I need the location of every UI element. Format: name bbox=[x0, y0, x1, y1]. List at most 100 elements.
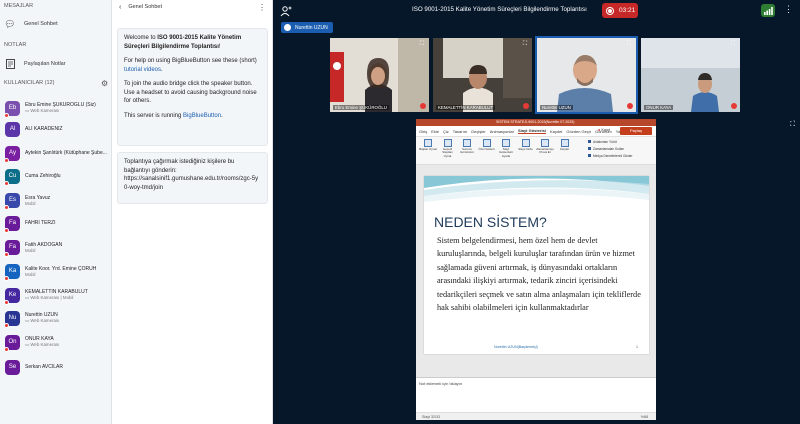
ppt-tab[interactable]: Tasarım bbox=[453, 129, 467, 134]
ppt-ribbon-button[interactable]: Kaydet bbox=[556, 139, 574, 151]
avatar: Nu bbox=[4, 310, 20, 328]
ppt-ribbon-button[interactable]: Sunucu Görünümü bbox=[458, 139, 476, 155]
presenter-badge: Nurettin UZUN bbox=[281, 22, 333, 33]
ribbon-icon bbox=[560, 139, 569, 147]
webcam-feed-1 bbox=[330, 38, 429, 112]
ppt-notes-pane[interactable]: Not eklemek için tıklayın bbox=[416, 377, 656, 412]
user-list-item[interactable]: Ay Aytekin Şanlıtürk (Kütüphane Şube... bbox=[4, 142, 111, 164]
users-header: KULLANICILAR (12) bbox=[4, 80, 55, 86]
ppt-tab[interactable]: Gözden Geçir bbox=[566, 129, 591, 134]
fullscreen-icon[interactable]: ⛶ bbox=[418, 41, 426, 48]
avatar: Al bbox=[5, 121, 20, 137]
muted-mic-icon bbox=[4, 275, 9, 281]
user-name: Kalite Koor. Yrd. Emine ÇORUH bbox=[25, 265, 97, 272]
ribbon-icon bbox=[482, 139, 491, 147]
notes-placeholder: Not eklemek için tıklayın bbox=[419, 381, 463, 386]
video-tile-2[interactable]: KEMALETTİN KARABULUT ⛶ bbox=[433, 38, 532, 112]
audio-line: To join the audio bridge click the speak… bbox=[124, 81, 257, 104]
ribbon-icon bbox=[521, 139, 530, 147]
ppt-ribbon-button[interactable]: Özel Gösteri bbox=[478, 139, 496, 151]
tutorial-videos-link[interactable]: tutorial videos bbox=[124, 67, 161, 73]
public-chat-link[interactable]: 💬︎ Genel Sohbet bbox=[4, 18, 57, 30]
ppt-ribbon-button[interactable]: Slaytı Gizle bbox=[517, 139, 535, 151]
user-list-item[interactable]: Fa FAHRİ TERZİ bbox=[4, 212, 111, 234]
bigbluebutton-link[interactable]: BigBlueButton bbox=[183, 113, 221, 119]
chat-header: ‹ Genel Sohbet ⋮ bbox=[112, 0, 273, 14]
recording-indicator[interactable]: 03:21 bbox=[602, 3, 638, 18]
ppt-ribbon-checkbox[interactable]: Medya Denetimlerini Göster bbox=[588, 154, 633, 158]
user-list-item[interactable]: Fa Fatih AKDOĞAN Mobil bbox=[4, 236, 111, 258]
video-name-3: Nurettin UZUN bbox=[540, 105, 573, 110]
ppt-tab[interactable]: Animasyonlar bbox=[490, 129, 514, 134]
muted-mic-icon bbox=[4, 299, 9, 305]
user-list-item[interactable]: Ke KEMALETTİN KARABULUT ▭ Web Kamerası | M… bbox=[4, 284, 111, 306]
ppt-record-button[interactable]: ● Kayıt bbox=[598, 128, 610, 132]
options-menu-icon[interactable]: ⋮ bbox=[784, 4, 793, 15]
top-bar: ISO 9001-2015 Kalite Yönetim Süreçleri B… bbox=[273, 0, 800, 22]
avatar: Es bbox=[4, 192, 20, 210]
fullscreen-icon[interactable]: ⛶ bbox=[521, 41, 529, 48]
chevron-left-icon[interactable]: ‹ bbox=[119, 4, 121, 11]
ppt-tab[interactable]: Ekle bbox=[431, 129, 439, 134]
shared-notes-link[interactable]: Paylaşılan Notlar bbox=[4, 58, 66, 70]
welcome-message: Welcome to ISO 9001-2015 Kalite Yönetim … bbox=[117, 28, 268, 146]
presenter-icon bbox=[284, 24, 291, 31]
user-list-item[interactable]: Se Serkan AVCILAR bbox=[5, 356, 111, 378]
invite-url[interactable]: https://sanalsinif1.gumushane.edu.tr/roo… bbox=[124, 175, 261, 192]
video-tile-1[interactable]: Ebru Emine ŞÜKÜROĞLU ⛶ bbox=[330, 38, 429, 112]
notes-header: NOTLAR bbox=[4, 42, 27, 48]
users-settings-gear-icon[interactable]: ⚙ bbox=[101, 79, 108, 88]
muted-mic-icon bbox=[4, 251, 9, 257]
user-name: ALİ KARADENİZ bbox=[25, 126, 63, 132]
user-list-item[interactable]: Eb Ebru Emine ŞÜKÜROĞLU (Siz) ▭ Web Kamera… bbox=[4, 97, 111, 119]
more-options-icon[interactable]: ⋮ bbox=[258, 3, 266, 12]
muted-mic-icon bbox=[420, 103, 426, 109]
presenter-name: Nurettin UZUN bbox=[295, 24, 328, 31]
user-list-item[interactable]: Nu Nurettin UZUN ▭ Web Kamerası bbox=[4, 307, 111, 329]
ppt-ribbon-button[interactable]: Geçerli Slayttan Oynat bbox=[439, 139, 457, 158]
welcome-line: Welcome to ISO 9001-2015 Kalite Yönetim … bbox=[124, 35, 242, 50]
ppt-tab[interactable]: Slayt Gösterisi bbox=[517, 128, 546, 134]
avatar: Fa bbox=[4, 239, 20, 257]
muted-mic-icon bbox=[4, 180, 9, 186]
ppt-tab[interactable]: Giriş bbox=[419, 129, 427, 134]
user-list-item[interactable]: Es Esra Yavuz Mobil bbox=[4, 189, 111, 211]
slide-number: 1 bbox=[636, 345, 638, 349]
ppt-ribbon-button[interactable]: Baştan Oynat bbox=[419, 139, 437, 151]
avatar: Ke bbox=[4, 287, 20, 305]
ppt-ribbon-button[interactable]: Slayt Gösterisini Ayarla bbox=[497, 139, 515, 158]
users-toggle-icon[interactable] bbox=[280, 4, 292, 22]
muted-mic-icon bbox=[4, 322, 9, 328]
chat-panel: ‹ Genel Sohbet ⋮ Welcome to ISO 9001-201… bbox=[112, 0, 273, 424]
video-tile-3[interactable]: Nurettin UZUN ⛶ bbox=[535, 36, 638, 114]
user-name: Aytekin Şanlıtürk (Kütüphane Şube... bbox=[25, 150, 107, 156]
ribbon-icon bbox=[443, 139, 452, 147]
muted-mic-icon bbox=[523, 103, 529, 109]
muted-mic-icon bbox=[4, 204, 9, 210]
fullscreen-icon[interactable]: ⛶ bbox=[729, 41, 737, 48]
left-panel: MESAJLAR 💬︎ Genel Sohbet NOTLAR Paylaşıl… bbox=[0, 0, 112, 424]
user-name: FAHRİ TERZİ bbox=[25, 220, 56, 226]
ppt-ribbon-checkbox[interactable]: Zamanlamaları Kullan bbox=[588, 147, 624, 151]
avatar: Cu bbox=[4, 168, 20, 186]
avatar: Eb bbox=[4, 100, 20, 118]
presentation-fullscreen-icon[interactable]: ⛶ bbox=[790, 121, 795, 129]
ppt-share-button[interactable]: Paylaş bbox=[620, 127, 652, 135]
webcam-feed-4 bbox=[641, 38, 740, 112]
user-list-item[interactable]: Cu Cuma Zehiroğlu bbox=[4, 165, 111, 187]
ppt-tab[interactable]: Çiz bbox=[443, 129, 449, 134]
ppt-ribbon-checkbox[interactable]: Anlatımları Yürüt bbox=[588, 140, 617, 144]
user-status: ▭ Web Kamerası bbox=[25, 318, 60, 323]
ppt-tab[interactable]: Geçişler bbox=[471, 129, 486, 134]
ribbon-icon bbox=[541, 139, 549, 147]
user-list-item[interactable]: Al ALİ KARADENİZ bbox=[5, 118, 111, 140]
fullscreen-icon[interactable]: ⛶ bbox=[625, 41, 633, 48]
user-list-item[interactable]: On ONUR KAYA ▭ Web Kamerası bbox=[4, 331, 111, 353]
ppt-tab[interactable]: Kaydet bbox=[550, 129, 562, 134]
user-list-item[interactable]: Ka Kalite Koor. Yrd. Emine ÇORUH Mobil bbox=[4, 260, 111, 282]
ppt-ribbon-button[interactable]: Zamanlamayı Prova Et bbox=[536, 139, 554, 155]
slide-title: NEDEN SİSTEM? bbox=[434, 214, 547, 230]
video-tile-4[interactable]: ONUR KAYA ⛶ bbox=[641, 38, 740, 112]
connection-status-icon[interactable] bbox=[761, 4, 775, 17]
zoom-level[interactable]: %68 bbox=[641, 415, 648, 419]
